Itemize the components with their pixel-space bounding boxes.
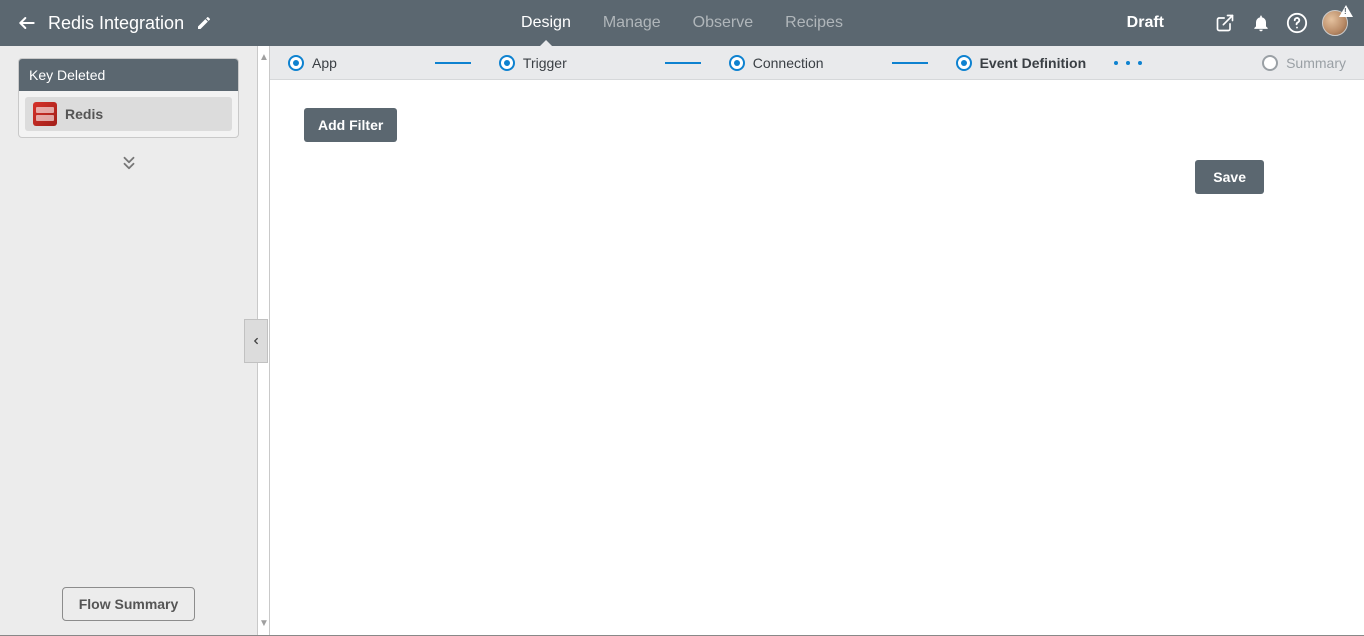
step-label: Connection: [753, 55, 824, 71]
sidebar-card: Key Deleted Redis: [18, 58, 239, 138]
step-event-definition[interactable]: Event Definition: [956, 55, 1087, 71]
step-circle-icon: [729, 55, 745, 71]
sidebar-card-header: Key Deleted: [19, 59, 238, 91]
step-dots-icon: [1114, 61, 1142, 65]
status-label: Draft: [1127, 14, 1164, 32]
step-app[interactable]: App: [288, 55, 337, 71]
avatar[interactable]: [1322, 10, 1348, 36]
splitter[interactable]: ▲ ▼: [257, 46, 270, 635]
step-label: App: [312, 55, 337, 71]
top-header: Redis Integration Design Manage Observe …: [0, 0, 1364, 46]
back-arrow-icon[interactable]: [16, 12, 38, 34]
step-label: Event Definition: [980, 55, 1087, 71]
header-left: Redis Integration: [0, 12, 260, 34]
help-icon[interactable]: [1286, 12, 1308, 34]
step-circle-icon: [288, 55, 304, 71]
collapse-handle[interactable]: [244, 319, 268, 363]
main: Key Deleted Redis Flow Summary ▲ ▼: [0, 46, 1364, 636]
sidebar-app-name: Redis: [65, 106, 103, 122]
step-circle-icon: [956, 55, 972, 71]
scroll-down-icon: ▼: [259, 618, 269, 629]
tab-design[interactable]: Design: [517, 0, 575, 46]
step-summary[interactable]: Summary: [1262, 55, 1346, 71]
edit-icon[interactable]: [194, 13, 214, 33]
step-trigger[interactable]: Trigger: [499, 55, 567, 71]
sidebar-inner: Key Deleted Redis: [0, 46, 257, 587]
sidebar-app-item[interactable]: Redis: [25, 97, 232, 131]
sidebar: Key Deleted Redis Flow Summary: [0, 46, 257, 635]
expand-toggle-icon[interactable]: [18, 138, 239, 188]
step-connection[interactable]: Connection: [729, 55, 824, 71]
redis-icon: [33, 102, 57, 126]
step-circle-icon: [1262, 55, 1278, 71]
sidebar-footer: Flow Summary: [0, 587, 257, 635]
stepbar: App Trigger Connection Event Definition: [270, 46, 1364, 80]
step-connector: [665, 62, 701, 64]
step-label: Summary: [1286, 55, 1346, 71]
add-filter-button[interactable]: Add Filter: [304, 108, 397, 142]
step-label: Trigger: [523, 55, 567, 71]
step-circle-icon: [499, 55, 515, 71]
content: App Trigger Connection Event Definition: [270, 46, 1364, 635]
content-body: Add Filter Save: [270, 80, 1364, 635]
tab-recipes[interactable]: Recipes: [781, 0, 847, 46]
nav-tabs: Design Manage Observe Recipes: [517, 0, 847, 46]
tab-manage[interactable]: Manage: [599, 0, 665, 46]
scroll-up-icon: ▲: [259, 52, 269, 63]
header-right: Draft: [1127, 10, 1364, 36]
step-connector: [435, 62, 471, 64]
step-connector: [892, 62, 928, 64]
save-button[interactable]: Save: [1195, 160, 1264, 194]
open-external-icon[interactable]: [1214, 12, 1236, 34]
flow-summary-button[interactable]: Flow Summary: [62, 587, 196, 621]
tab-observe[interactable]: Observe: [689, 0, 757, 46]
alert-badge-icon: [1339, 5, 1353, 17]
page-title: Redis Integration: [48, 13, 184, 34]
bell-icon[interactable]: [1250, 12, 1272, 34]
sidebar-card-body: Redis: [19, 91, 238, 137]
